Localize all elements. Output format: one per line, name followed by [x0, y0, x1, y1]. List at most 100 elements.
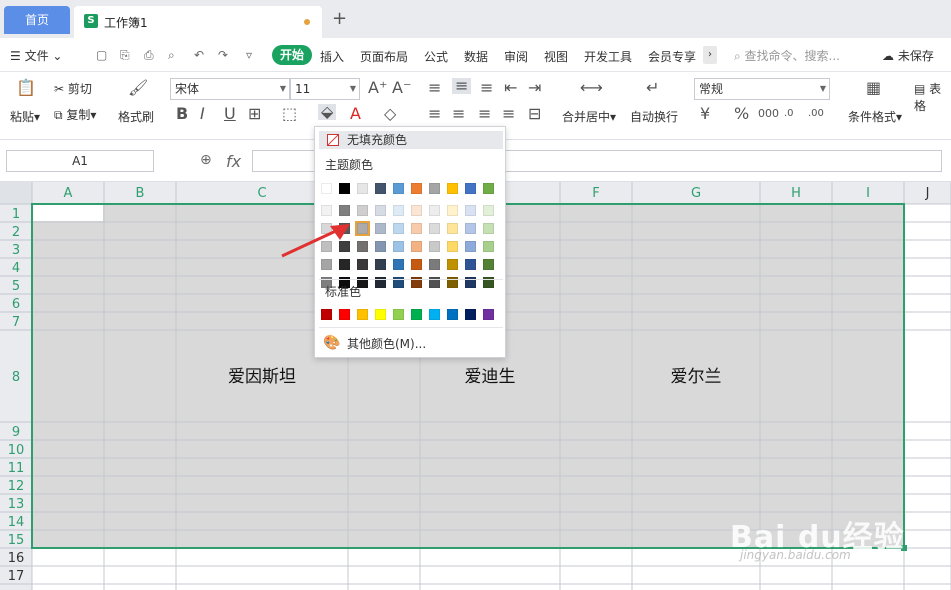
- theme-shade-swatch[interactable]: [375, 241, 386, 252]
- bold-icon[interactable]: B: [176, 106, 188, 122]
- italic-icon[interactable]: I: [200, 106, 205, 122]
- theme-shade-swatch[interactable]: [375, 223, 386, 234]
- customize-icon[interactable]: ▿: [246, 48, 260, 62]
- theme-shade-swatch[interactable]: [357, 241, 368, 252]
- menu-review[interactable]: 审阅: [504, 48, 528, 65]
- fill-color-icon[interactable]: ⬙: [318, 104, 337, 120]
- align-left-icon[interactable]: ≡: [428, 106, 441, 122]
- percent-icon[interactable]: %: [734, 106, 749, 122]
- standard-color-swatch[interactable]: [375, 309, 386, 320]
- cloud-status[interactable]: ☁ 未保存: [882, 47, 934, 64]
- theme-shade-swatch[interactable]: [465, 223, 476, 234]
- cond-format-button[interactable]: 条件格式▾: [848, 108, 902, 125]
- theme-shade-swatch[interactable]: [429, 241, 440, 252]
- theme-shade-swatch[interactable]: [411, 223, 422, 234]
- no-fill-option[interactable]: 无填充颜色: [319, 131, 503, 149]
- print-icon[interactable]: ⎙: [144, 48, 158, 62]
- theme-color-swatch[interactable]: [393, 183, 404, 194]
- cut-button[interactable]: ✂ 剪切: [54, 80, 92, 97]
- preview-icon[interactable]: ⌕: [168, 48, 182, 62]
- underline-icon[interactable]: U: [224, 106, 236, 122]
- cond-format-icon[interactable]: ▦: [866, 80, 881, 96]
- function-icon[interactable]: fx: [226, 152, 241, 171]
- wrap-text-icon[interactable]: ↵: [646, 80, 659, 96]
- theme-shade-swatch[interactable]: [465, 241, 476, 252]
- more-colors-option[interactable]: 🎨 其他颜色(M)...: [323, 335, 426, 352]
- table-style-button[interactable]: ▤ 表格: [914, 80, 951, 114]
- theme-shade-swatch[interactable]: [321, 259, 332, 270]
- theme-shade-swatch[interactable]: [465, 259, 476, 270]
- distribute-icon[interactable]: ⊟: [528, 106, 541, 122]
- theme-shade-swatch[interactable]: [339, 259, 350, 270]
- decrease-font-icon[interactable]: A⁻: [392, 80, 411, 96]
- standard-color-swatch[interactable]: [411, 309, 422, 320]
- theme-shade-swatch[interactable]: [375, 205, 386, 216]
- menu-member[interactable]: 会员专享: [648, 48, 696, 65]
- format-painter-icon[interactable]: 🖌: [128, 80, 148, 96]
- align-center-icon[interactable]: ≡: [452, 106, 465, 122]
- paste-button[interactable]: 粘贴▾: [10, 108, 40, 125]
- theme-shade-swatch[interactable]: [357, 259, 368, 270]
- theme-shade-swatch[interactable]: [465, 205, 476, 216]
- theme-shade-swatch[interactable]: [429, 205, 440, 216]
- theme-shade-swatch[interactable]: [411, 241, 422, 252]
- theme-shade-swatch[interactable]: [321, 205, 332, 216]
- cell-a1-active[interactable]: [33, 205, 103, 221]
- align-bottom-icon[interactable]: ≡: [480, 80, 493, 96]
- font-name-select[interactable]: 宋体 ▼: [170, 78, 290, 100]
- search-input[interactable]: ⌕ 查找命令、搜索...: [734, 47, 840, 64]
- theme-shade-swatch[interactable]: [483, 241, 494, 252]
- theme-shade-swatch[interactable]: [483, 259, 494, 270]
- thousands-icon[interactable]: 000: [758, 106, 779, 122]
- standard-color-swatch[interactable]: [339, 309, 350, 320]
- increase-font-icon[interactable]: A⁺: [368, 80, 387, 96]
- format-painter-button[interactable]: 格式刷: [118, 108, 154, 125]
- theme-shade-swatch[interactable]: [411, 259, 422, 270]
- theme-shade-swatch[interactable]: [393, 259, 404, 270]
- theme-shade-swatch[interactable]: [447, 259, 458, 270]
- wrap-text-button[interactable]: 自动换行: [630, 108, 678, 125]
- undo-icon[interactable]: ↶: [194, 48, 208, 62]
- theme-shade-swatch[interactable]: [429, 259, 440, 270]
- align-top-icon[interactable]: ≡: [428, 80, 441, 96]
- standard-color-swatch[interactable]: [429, 309, 440, 320]
- standard-color-swatch[interactable]: [465, 309, 476, 320]
- theme-color-swatch[interactable]: [465, 183, 476, 194]
- menu-file[interactable]: ☰ 文件 ⌄: [10, 47, 62, 64]
- indent-increase-icon[interactable]: ⇥: [528, 80, 541, 96]
- theme-color-swatch[interactable]: [483, 183, 494, 194]
- menu-page-layout[interactable]: 页面布局: [360, 48, 408, 65]
- font-size-select[interactable]: 11 ▼: [290, 78, 360, 100]
- menu-insert[interactable]: 插入: [320, 48, 344, 65]
- menu-more-icon[interactable]: ›: [703, 46, 717, 64]
- tab-workbook[interactable]: S 工作簿1: [74, 6, 322, 38]
- theme-shade-swatch[interactable]: [393, 241, 404, 252]
- number-format-select[interactable]: 常规 ▼: [694, 78, 830, 100]
- theme-color-swatch[interactable]: [357, 183, 368, 194]
- menu-formula[interactable]: 公式: [424, 48, 448, 65]
- theme-shade-swatch[interactable]: [357, 205, 368, 216]
- border-icon[interactable]: ⊞: [248, 106, 261, 122]
- font-color-icon[interactable]: A: [350, 106, 361, 122]
- cell-g8[interactable]: 爱尔兰: [671, 367, 722, 387]
- theme-shade-swatch[interactable]: [355, 221, 370, 236]
- standard-color-swatch[interactable]: [357, 309, 368, 320]
- paste-icon[interactable]: 📋: [16, 80, 36, 96]
- redo-icon[interactable]: ↷: [218, 48, 232, 62]
- cell-style-icon[interactable]: ⬚: [282, 106, 297, 122]
- theme-shade-swatch[interactable]: [447, 205, 458, 216]
- decrease-decimal-icon[interactable]: .00: [808, 106, 824, 122]
- theme-color-swatch[interactable]: [375, 183, 386, 194]
- merge-center-button[interactable]: 合并居中▾: [562, 108, 616, 125]
- currency-icon[interactable]: ¥: [700, 106, 710, 122]
- theme-color-swatch[interactable]: [411, 183, 422, 194]
- theme-color-swatch[interactable]: [447, 183, 458, 194]
- name-box[interactable]: A1: [6, 150, 154, 172]
- theme-shade-swatch[interactable]: [339, 205, 350, 216]
- theme-shade-swatch[interactable]: [447, 223, 458, 234]
- theme-shade-swatch[interactable]: [411, 205, 422, 216]
- standard-color-swatch[interactable]: [447, 309, 458, 320]
- save-icon[interactable]: ▢: [96, 48, 110, 62]
- cell-c8[interactable]: 爱因斯坦: [228, 367, 296, 387]
- tab-home[interactable]: 首页: [4, 6, 70, 34]
